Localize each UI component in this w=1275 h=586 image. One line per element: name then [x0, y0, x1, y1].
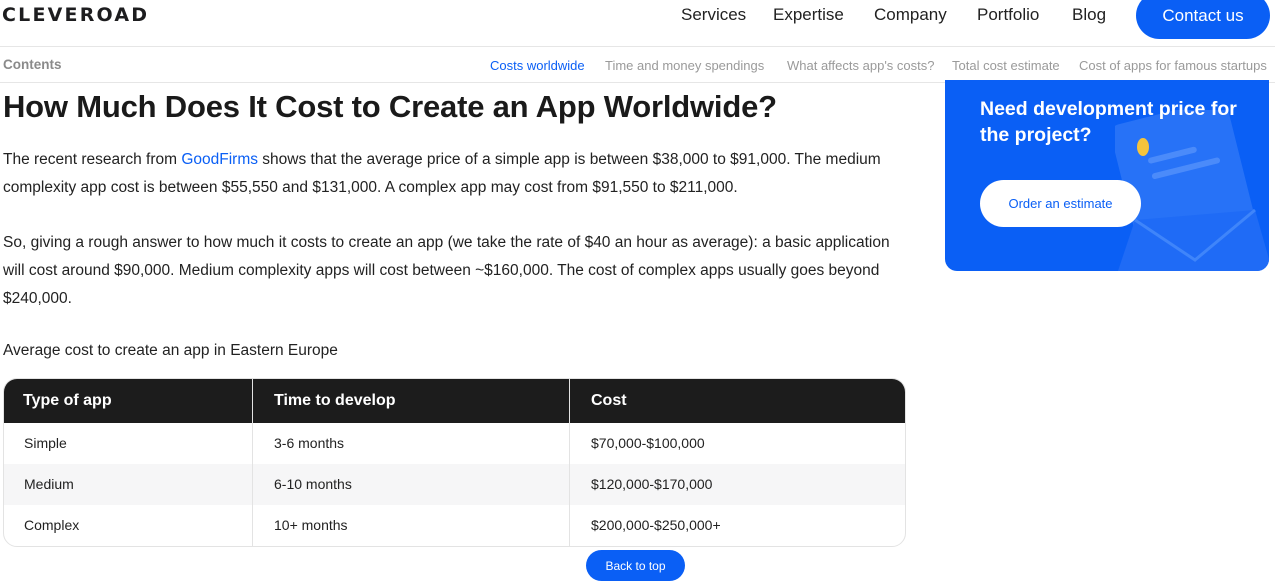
nav-company[interactable]: Company: [874, 5, 947, 25]
estimate-card: Need development price for the project? …: [945, 80, 1269, 271]
cell-type: Medium: [24, 476, 74, 492]
cell-cost: $200,000-$250,000+: [591, 517, 721, 533]
nav-portfolio[interactable]: Portfolio: [977, 5, 1039, 25]
order-estimate-button[interactable]: Order an estimate: [980, 180, 1141, 227]
nav-expertise[interactable]: Expertise: [773, 5, 844, 25]
cell-type: Simple: [24, 435, 67, 451]
th-cost: Cost: [591, 392, 627, 409]
column-divider: [569, 379, 570, 546]
back-to-top-button[interactable]: Back to top: [586, 550, 685, 581]
page-title: How Much Does It Cost to Create an App W…: [3, 89, 777, 124]
table-row: Complex 10+ months $200,000-$250,000+: [4, 505, 905, 546]
cost-table: Type of app Time to develop Cost Simple …: [3, 378, 906, 547]
cell-time: 3-6 months: [274, 435, 345, 451]
goodfirms-link[interactable]: GoodFirms: [181, 151, 258, 168]
table-header: Type of app Time to develop Cost: [4, 379, 905, 423]
table-row: Simple 3-6 months $70,000-$100,000: [4, 423, 905, 464]
contact-us-button[interactable]: Contact us: [1136, 0, 1270, 39]
nav-blog[interactable]: Blog: [1072, 5, 1106, 25]
table-row: Medium 6-10 months $120,000-$170,000: [4, 464, 905, 505]
intro-paragraph: The recent research from GoodFirms shows…: [3, 146, 903, 202]
toc-costs-worldwide[interactable]: Costs worldwide: [490, 58, 585, 73]
th-type: Type of app: [23, 392, 112, 409]
logo[interactable]: CLEVEROAD: [2, 4, 149, 26]
cell-type: Complex: [24, 517, 80, 533]
th-time: Time to develop: [274, 392, 396, 409]
toc-time-and-money[interactable]: Time and money spendings: [605, 58, 764, 73]
nav-services[interactable]: Services: [681, 5, 746, 25]
contents-bar: Contents Costs worldwide Time and money …: [0, 48, 1275, 83]
intro-text-start: The recent research from: [3, 151, 182, 168]
column-divider: [252, 379, 253, 546]
contents-label: Contents: [3, 57, 62, 72]
toc-what-affects-costs[interactable]: What affects app's costs?: [787, 58, 934, 73]
cell-cost: $120,000-$170,000: [591, 476, 713, 492]
site-header: CLEVEROAD Services Expertise Company Por…: [0, 0, 1275, 47]
cell-time: 6-10 months: [274, 476, 352, 492]
table-caption: Average cost to create an app in Eastern…: [3, 342, 338, 359]
toc-total-cost-estimate[interactable]: Total cost estimate: [952, 58, 1060, 73]
toc-famous-startups[interactable]: Cost of apps for famous startups: [1079, 58, 1267, 73]
estimate-paragraph: So, giving a rough answer to how much it…: [3, 234, 890, 307]
card-title: Need development price for the project?: [980, 98, 1237, 146]
cell-cost: $70,000-$100,000: [591, 435, 705, 451]
cell-time: 10+ months: [274, 517, 348, 533]
